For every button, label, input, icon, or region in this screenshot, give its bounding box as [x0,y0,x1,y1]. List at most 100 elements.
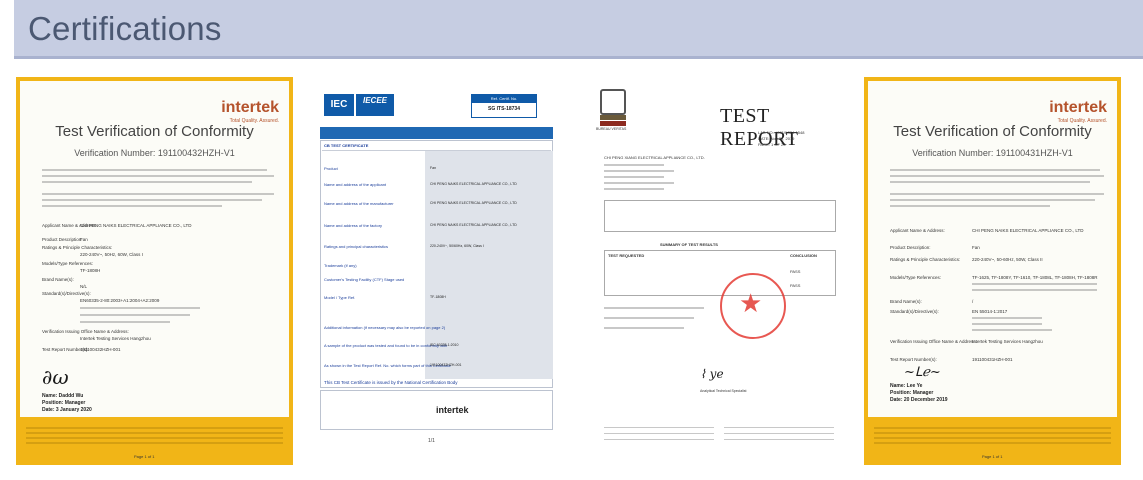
text-line [604,170,674,172]
field-value: 220-240V~, 50-60Hz, 50W, Class II [972,257,1043,262]
footer-text-line [26,427,283,429]
field-label: Verification Issuing Office Name & Addre… [42,329,129,334]
certificate-gallery: intertek Total Quality. Assured. Test Ve… [0,77,1143,467]
signer-date: Date: 3 January 2020 [42,407,92,413]
text-line [604,164,664,166]
page-number: Page 1 of 1 [982,454,1003,459]
footer-text-line [26,432,283,434]
text-line [724,433,834,434]
text-line [724,439,834,440]
field-label: Ratings and principal characteristics [324,244,389,249]
company-name: CHI PENG XIANG ELECTRICAL APPLIANCE CO.,… [604,155,705,160]
footer-text-line [874,437,1111,439]
field-label: Models/Type References: [42,261,94,266]
text-line [604,317,694,319]
field-value: 191100432HZH-001 [430,363,462,367]
logo-text: intertek [1049,99,1107,116]
footer-band: Page 1 of 1 [16,417,293,465]
text-line [890,199,1095,201]
summary-result: PASS [790,269,801,274]
field-label: Applicant Name & Address: [890,228,945,233]
text-line [890,205,1050,207]
field-value: TF-1808H [430,295,446,299]
text-line [604,182,674,184]
field-value: / [972,299,974,304]
sample-table [604,200,836,232]
field-value: 220-240V~, 50Hz, 60W, Class I [80,252,143,257]
reference-box: Ref. Certif. No. SG ITS-18734 [471,94,537,118]
summary-title: SUMMARY OF TEST RESULTS [660,242,718,247]
certificate-bureau-veritas[interactable]: BUREAU VERITAS TEST REPORT LAB NO.: (661… [590,77,846,465]
field-value: Intertek Testing Services Hangzhou [80,336,151,341]
footer-text-line [874,442,1111,444]
field-label: Name and address of the applicant [324,182,387,187]
text-line [890,175,1104,177]
field-label: Additional information (if necessary may… [324,325,446,330]
text-line [42,175,274,177]
field-value: Intertek Testing Services Hangzhou [972,339,1043,344]
summary-result: PASS [790,283,801,288]
brand-stripe [16,77,293,81]
text-line [890,193,1104,195]
field-value: EN60335-2-80:2003+A1:2004+A2:2009 [80,298,160,303]
field-value: IEC 60335-1:2010 [430,343,459,347]
text-line [42,199,262,201]
text-line [604,439,714,440]
field-value: 191100432HZH-001 [80,347,121,352]
certificate-title: Test Verification of Conformity [893,123,1092,140]
signer-position: Position: Manager [890,390,934,396]
field-value: CHI PENG NAIKS ELECTRICAL APPLIANCE CO.,… [80,223,192,228]
report-meta: LAB NO.: (6619)324-1548 [758,130,805,135]
section-title: Certifications [28,10,222,47]
signer-name: Name: Lee Ye [890,383,923,389]
text-line [972,283,1097,285]
row-divider [322,150,551,151]
footer-text-line [874,432,1111,434]
certificate-iecee-cb[interactable]: IEC IECEE Ref. Certif. No. SG ITS-18734 … [318,77,555,465]
text-line [42,181,252,183]
signer-name: Name: Daddd Wu [42,393,84,399]
text-line [890,181,1090,183]
text-line [604,188,664,190]
section-header: Certifications [14,0,1143,59]
field-label: Ratings & Principle Characteristics: [42,245,113,250]
field-value: CHI PENG NAIKS ELECTRICAL APPLIANCE CO.,… [430,201,517,205]
verification-number: Verification Number: 191100431HZH-V1 [912,148,1073,158]
signature-image: ⌇ ye [700,367,724,381]
text-line [604,176,664,178]
scheme-banner [320,127,553,139]
field-label: Standard(s)/Directive(s): [890,309,939,314]
signature-image: ~ᒪℯ~ [904,365,941,380]
verification-number: Verification Number: 191100432HZH-V1 [74,148,235,158]
field-value: CHI PENG NAIKS ELECTRICAL APPLIANCE CO.,… [430,223,517,227]
page-number: 1/1 [428,438,435,444]
signer-date: Date: 20 December 2019 [890,397,948,403]
text-line [604,433,714,434]
logo-text: intertek [221,99,279,116]
field-label: Verification Issuing Office Name & Addre… [890,339,977,344]
field-label: Name and address of the manufacturer [324,201,394,206]
logo-band [600,121,626,126]
text-line [42,205,222,207]
intertek-logo: intertek [436,405,469,415]
text-line [972,329,1052,331]
field-value: 220-240V~, 50/60Hz, 60W, Class I [430,244,484,248]
certificate-intertek-1[interactable]: intertek Total Quality. Assured. Test Ve… [16,77,293,465]
text-line [604,307,704,309]
text-line [80,307,200,309]
text-line [972,289,1097,291]
field-label: Product [324,166,338,171]
field-label: Model / Type Ref. [324,295,356,300]
text-line [42,193,274,195]
footer-text-line [26,437,283,439]
text-line [604,427,714,428]
bureau-veritas-logo [600,89,626,115]
summary-header: TEST REQUESTED [608,253,645,258]
field-label: A sample of the product was tested and f… [324,343,448,348]
signer-position: Position: Manager [42,400,86,406]
reference-header: Ref. Certif. No. [472,95,536,103]
certificate-intertek-2[interactable]: intertek Total Quality. Assured. Test Ve… [864,77,1121,465]
field-value: Fan [80,237,88,242]
intertek-logo: intertek Total Quality. Assured. [1049,99,1107,124]
intertek-logo: intertek Total Quality. Assured. [221,99,279,124]
